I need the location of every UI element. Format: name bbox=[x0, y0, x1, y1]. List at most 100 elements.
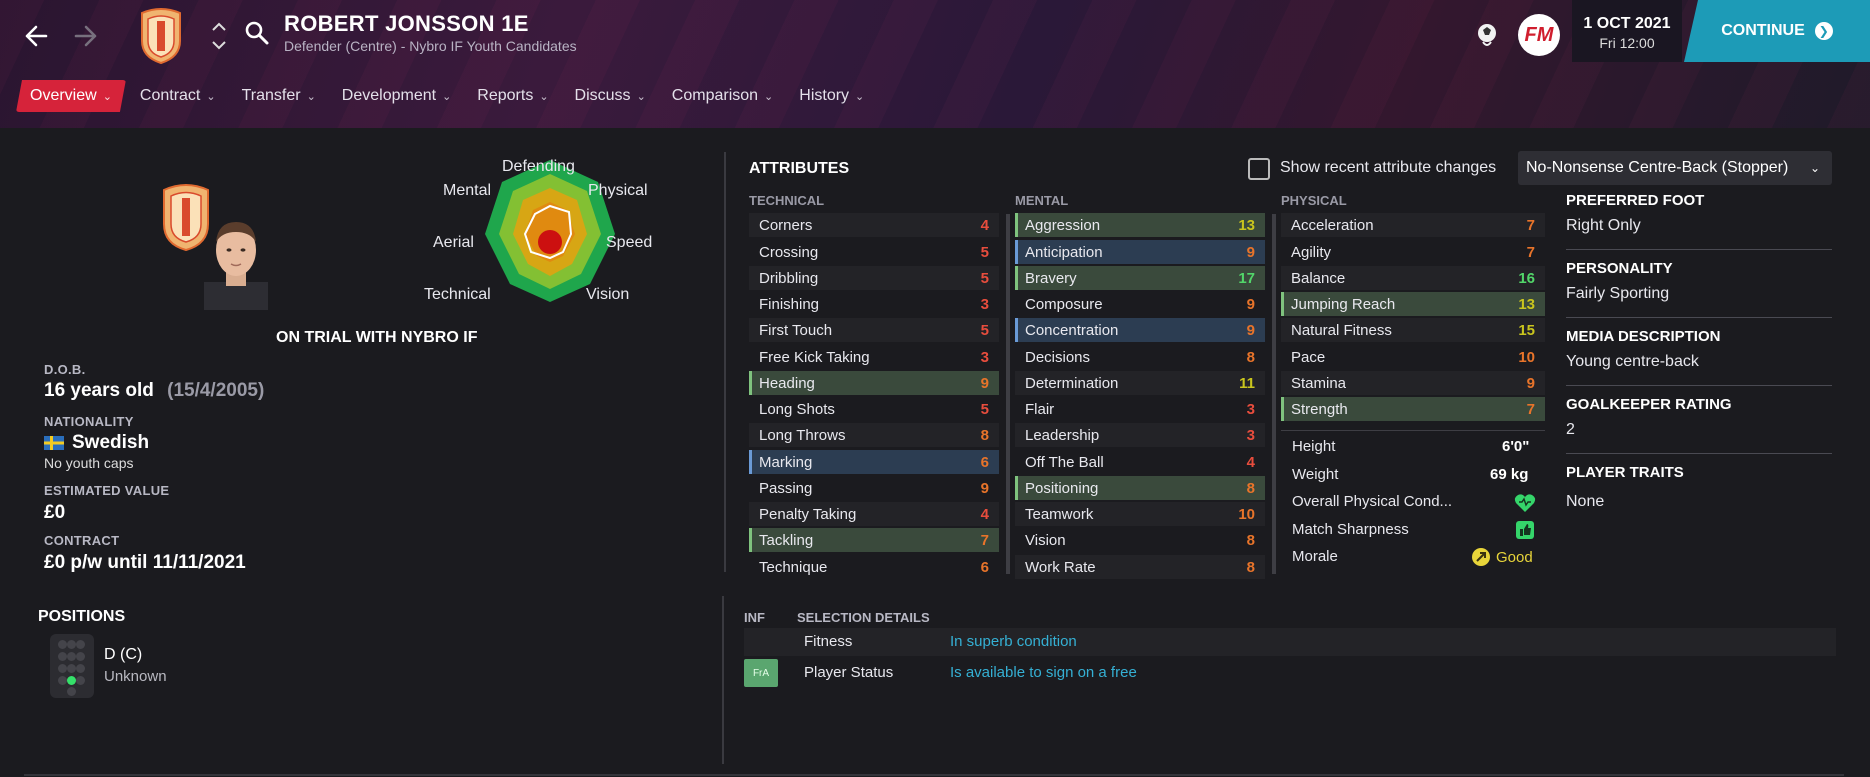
attr-row[interactable]: Long Throws 8 bbox=[749, 423, 999, 447]
tab-development[interactable]: Development ⌄ bbox=[330, 80, 464, 112]
attr-row[interactable]: Teamwork 10 bbox=[1015, 502, 1265, 526]
attr-row[interactable]: Tackling 7 bbox=[749, 528, 999, 552]
selection-value[interactable]: In superb condition bbox=[950, 633, 1077, 650]
attr-value: 9 bbox=[1246, 243, 1255, 261]
attr-name: Bravery bbox=[1025, 269, 1077, 287]
gk-rating-value: 2 bbox=[1566, 421, 1575, 438]
tab-overview[interactable]: Overview ⌄ bbox=[16, 80, 126, 112]
tab-label: Reports bbox=[477, 87, 534, 104]
attr-row[interactable]: Off The Ball 4 bbox=[1015, 450, 1265, 474]
morale-value[interactable]: Good bbox=[1472, 548, 1533, 566]
divider bbox=[1281, 430, 1545, 431]
attr-row[interactable]: Long Shots 5 bbox=[749, 397, 999, 421]
tab-discuss[interactable]: Discuss ⌄ bbox=[563, 80, 658, 112]
attr-name: Off The Ball bbox=[1025, 453, 1104, 471]
divider bbox=[1566, 385, 1832, 386]
selection-label: Fitness bbox=[804, 633, 853, 650]
tab-transfer[interactable]: Transfer ⌄ bbox=[230, 80, 328, 112]
attr-row[interactable]: Decisions 8 bbox=[1015, 345, 1265, 369]
search-icon[interactable] bbox=[244, 20, 270, 46]
morale-arrow-icon bbox=[1472, 548, 1490, 566]
role-value: No-Nonsense Centre-Back (Stopper) bbox=[1526, 159, 1789, 176]
attr-row[interactable]: Finishing 3 bbox=[749, 292, 999, 316]
attr-row[interactable]: Technique 6 bbox=[749, 555, 999, 579]
attr-value: 5 bbox=[980, 243, 989, 261]
tab-contract[interactable]: Contract ⌄ bbox=[128, 80, 228, 112]
tab-history[interactable]: History ⌄ bbox=[787, 80, 876, 112]
tab-label: Development bbox=[341, 87, 437, 104]
attr-row[interactable]: Determination 11 bbox=[1015, 371, 1265, 395]
traits-value: None bbox=[1566, 493, 1605, 510]
attr-row[interactable]: Agility 7 bbox=[1281, 240, 1545, 264]
attr-row[interactable]: Leadership 3 bbox=[1015, 423, 1265, 447]
attr-row[interactable]: Dribbling 5 bbox=[749, 266, 999, 290]
continue-label: CONTINUE bbox=[1721, 22, 1805, 39]
attr-row[interactable]: Marking 6 bbox=[749, 450, 999, 474]
selection-value[interactable]: Is available to sign on a free bbox=[950, 664, 1137, 681]
show-changes-label[interactable]: Show recent attribute changes bbox=[1280, 159, 1496, 177]
attr-row[interactable]: Jumping Reach 13 bbox=[1281, 292, 1545, 316]
attr-row[interactable]: Vision 8 bbox=[1015, 528, 1265, 552]
condition-label: Overall Physical Cond... bbox=[1292, 493, 1453, 510]
attr-row[interactable]: Positioning 8 bbox=[1015, 476, 1265, 500]
top-bar: ROBERT JONSSON 1E Defender (Centre) - Ny… bbox=[0, 0, 1870, 70]
attr-row[interactable]: Composure 9 bbox=[1015, 292, 1265, 316]
tab-bar: Overview ⌄ Contract ⌄ Transfer ⌄ Developmen… bbox=[16, 80, 876, 112]
forward-button[interactable] bbox=[68, 18, 104, 54]
attr-row[interactable]: Bravery 17 bbox=[1015, 266, 1265, 290]
attr-name: Vision bbox=[1025, 531, 1066, 549]
selection-row[interactable]: Player Status Is available to sign on a … bbox=[744, 659, 1836, 687]
attr-row[interactable]: Passing 9 bbox=[749, 476, 999, 500]
attr-row[interactable]: Anticipation 9 bbox=[1015, 240, 1265, 264]
attr-value: 8 bbox=[980, 426, 989, 444]
contract-label: CONTRACT bbox=[44, 533, 120, 548]
selection-row[interactable]: Fitness In superb condition bbox=[744, 628, 1836, 656]
football-icon[interactable] bbox=[1474, 22, 1500, 48]
back-button[interactable] bbox=[18, 18, 54, 54]
attr-row[interactable]: Heading 9 bbox=[749, 371, 999, 395]
attr-value: 15 bbox=[1518, 321, 1535, 339]
tab-comparison[interactable]: Comparison ⌄ bbox=[660, 80, 785, 112]
attr-row[interactable]: Free Kick Taking 3 bbox=[749, 345, 999, 369]
attr-value: 13 bbox=[1518, 295, 1535, 313]
attr-row[interactable]: Work Rate 8 bbox=[1015, 555, 1265, 579]
continue-button[interactable]: CONTINUE ❯ bbox=[1684, 0, 1870, 62]
weight-label: Weight bbox=[1292, 466, 1339, 483]
attr-name: Positioning bbox=[1025, 479, 1099, 497]
club-crest-icon[interactable] bbox=[138, 5, 184, 65]
date-display[interactable]: 1 OCT 2021 Fri 12:00 bbox=[1572, 0, 1682, 62]
attr-row[interactable]: Acceleration 7 bbox=[1281, 213, 1545, 237]
free-agent-badge: FrA bbox=[744, 659, 778, 687]
physical-header: PHYSICAL bbox=[1281, 193, 1347, 208]
personality-label: PERSONALITY bbox=[1566, 260, 1673, 277]
attr-row[interactable]: Corners 4 bbox=[749, 213, 999, 237]
attr-row[interactable]: Balance 16 bbox=[1281, 266, 1545, 290]
attr-row[interactable]: First Touch 5 bbox=[749, 318, 999, 342]
pitch-diagram[interactable] bbox=[50, 634, 94, 698]
attr-name: Free Kick Taking bbox=[759, 348, 870, 366]
attr-row[interactable]: Strength 7 bbox=[1281, 397, 1545, 421]
pitch-dot bbox=[58, 640, 67, 649]
attr-row[interactable]: Penalty Taking 4 bbox=[749, 502, 999, 526]
attr-row[interactable]: Concentration 9 bbox=[1015, 318, 1265, 342]
thumbs-up-icon[interactable] bbox=[1516, 521, 1534, 539]
attr-row[interactable]: Aggression 13 bbox=[1015, 213, 1265, 237]
arrow-right-icon bbox=[74, 25, 97, 47]
tab-reports[interactable]: Reports ⌄ bbox=[465, 80, 560, 112]
attr-row[interactable]: Crossing 5 bbox=[749, 240, 999, 264]
chevron-right-icon: ❯ bbox=[1814, 22, 1833, 40]
player-switch-icon[interactable] bbox=[210, 18, 228, 54]
player-subtitle: Defender (Centre) - Nybro IF Youth Candi… bbox=[284, 38, 577, 54]
attr-name: Concentration bbox=[1025, 321, 1119, 339]
attr-row[interactable]: Pace 10 bbox=[1281, 345, 1545, 369]
attr-row[interactable]: Natural Fitness 15 bbox=[1281, 318, 1545, 342]
attr-row[interactable]: Flair 3 bbox=[1015, 397, 1265, 421]
attr-row[interactable]: Stamina 9 bbox=[1281, 371, 1545, 395]
fm-logo-icon[interactable]: FM bbox=[1518, 14, 1560, 56]
heart-icon[interactable] bbox=[1514, 493, 1536, 513]
role-select[interactable]: No-Nonsense Centre-Back (Stopper) ⌄ bbox=[1518, 151, 1832, 185]
nationality-value[interactable]: Swedish bbox=[44, 432, 149, 454]
attr-name: Flair bbox=[1025, 400, 1055, 418]
attr-name: Work Rate bbox=[1025, 558, 1096, 576]
show-changes-checkbox[interactable] bbox=[1248, 158, 1270, 180]
